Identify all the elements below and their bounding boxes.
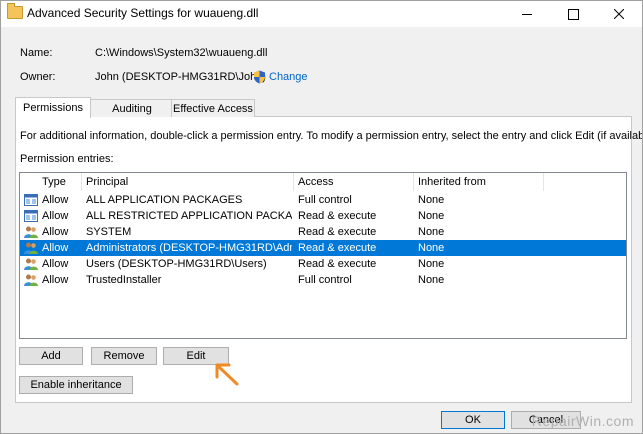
owner-label: Owner: (20, 71, 56, 83)
table-row[interactable]: Allow SYSTEM Read & execute None (20, 224, 626, 240)
permission-entries-list[interactable]: Type Principal Access Inherited from All… (19, 172, 627, 339)
row-principal: Administrators (DESKTOP-HMG31RD\Admi... (86, 242, 292, 254)
ok-button[interactable]: OK (441, 411, 505, 429)
row-access: Read & execute (298, 226, 377, 238)
users-icon (24, 242, 38, 254)
permission-entries-label: Permission entries: (20, 153, 114, 165)
row-type: Allow (42, 274, 69, 286)
uac-shield-icon (254, 70, 265, 84)
row-type: Allow (42, 258, 69, 270)
close-icon (614, 9, 624, 19)
row-access: Read & execute (298, 258, 377, 270)
name-value: C:\Windows\System32\wuaueng.dll (95, 47, 268, 59)
enable-inheritance-button[interactable]: Enable inheritance (19, 376, 133, 394)
owner-value: John (DESKTOP-HMG31RD\John) (95, 71, 266, 83)
column-header-access[interactable]: Access (294, 173, 414, 191)
name-label: Name: (20, 47, 53, 59)
advanced-security-window: Advanced Security Settings for wuaueng.d… (0, 0, 643, 434)
minimize-button[interactable] (504, 1, 550, 27)
change-owner-link[interactable]: Change (253, 70, 308, 84)
column-header-principal[interactable]: Principal (82, 173, 294, 191)
row-type: Allow (42, 226, 69, 238)
change-link-label: Change (269, 71, 308, 83)
package-icon (24, 210, 38, 222)
watermark: RepairWin.com (531, 413, 634, 429)
title-bar[interactable]: Advanced Security Settings for wuaueng.d… (1, 1, 642, 27)
table-row[interactable]: Allow ALL RESTRICTED APPLICATION PACKAGE… (20, 208, 626, 224)
users-icon (24, 226, 38, 238)
row-type: Allow (42, 194, 69, 206)
row-inherited: None (418, 226, 445, 238)
info-text: For additional information, double-click… (20, 130, 643, 142)
row-inherited: None (418, 274, 445, 286)
table-row[interactable]: Allow TrustedInstaller Full control None (20, 272, 626, 288)
row-access: Read & execute (298, 242, 377, 254)
folder-icon (7, 3, 23, 19)
package-icon (24, 194, 38, 206)
row-inherited: None (418, 242, 445, 254)
row-type: Allow (42, 210, 69, 222)
window-title: Advanced Security Settings for wuaueng.d… (27, 6, 259, 20)
users-icon (24, 258, 38, 270)
row-access: Full control (298, 194, 352, 206)
row-access: Read & execute (298, 210, 377, 222)
row-type: Allow (42, 242, 69, 254)
list-header: Type Principal Access Inherited from (20, 173, 626, 191)
row-inherited: None (418, 258, 445, 270)
row-principal: TrustedInstaller (86, 274, 162, 286)
pointer-arrow-icon (215, 363, 239, 386)
tab-permissions[interactable]: Permissions (15, 97, 91, 118)
add-button[interactable]: Add (19, 347, 83, 365)
row-inherited: None (418, 194, 445, 206)
table-row[interactable]: Allow ALL APPLICATION PACKAGES Full cont… (20, 192, 626, 208)
remove-button[interactable]: Remove (91, 347, 157, 365)
users-icon (24, 274, 38, 286)
row-principal: ALL APPLICATION PACKAGES (86, 194, 243, 206)
row-principal: ALL RESTRICTED APPLICATION PACKAGES (86, 210, 292, 222)
tab-effective-access[interactable]: Effective Access (171, 99, 255, 117)
table-row-selected[interactable]: Allow Administrators (DESKTOP-HMG31RD\Ad… (20, 240, 626, 256)
close-button[interactable] (596, 1, 642, 27)
column-header-type[interactable]: Type (38, 173, 82, 191)
maximize-button[interactable] (550, 1, 596, 27)
row-principal: Users (DESKTOP-HMG31RD\Users) (86, 258, 267, 270)
row-inherited: None (418, 210, 445, 222)
tab-auditing[interactable]: Auditing (90, 99, 174, 117)
row-access: Full control (298, 274, 352, 286)
column-header-inherited-from[interactable]: Inherited from (414, 173, 544, 191)
row-principal: SYSTEM (86, 226, 132, 238)
table-row[interactable]: Allow Users (DESKTOP-HMG31RD\Users) Read… (20, 256, 626, 272)
